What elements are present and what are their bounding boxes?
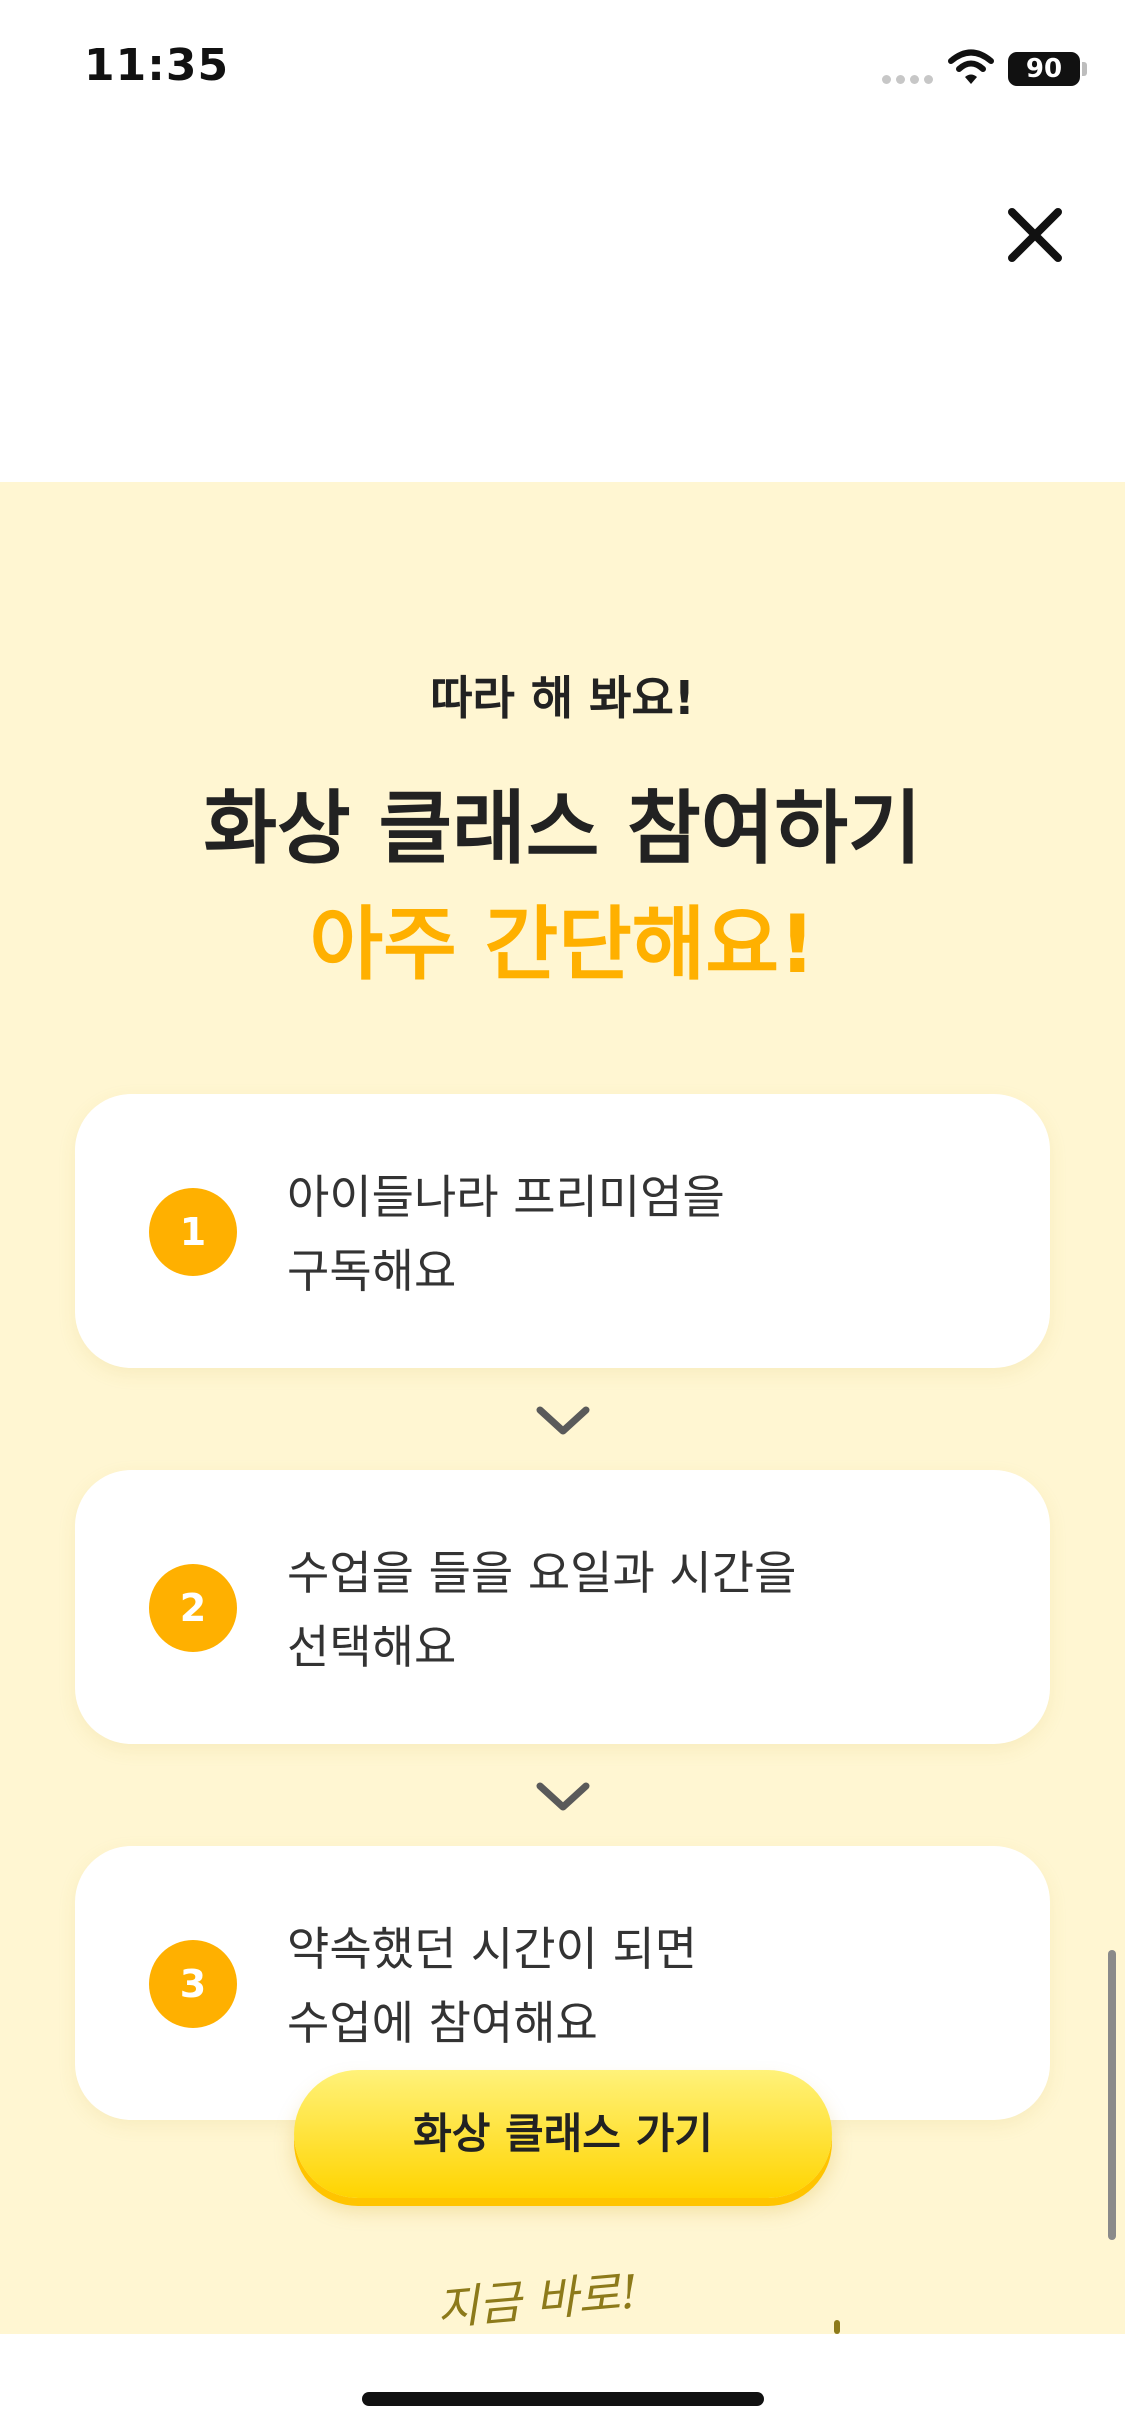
- page-title: 화상 클래스 참여하기: [203, 782, 922, 875]
- step-text-line: 약속했던 시간이 되면: [287, 1922, 698, 1976]
- close-icon[interactable]: [1000, 200, 1070, 270]
- status-time: 11:35: [84, 40, 230, 91]
- signal-icon: [882, 75, 934, 87]
- scrollbar[interactable]: [1108, 1950, 1116, 2240]
- handwriting-mark: [834, 2320, 840, 2334]
- status-bar: 11:35 90: [0, 0, 1125, 140]
- chevron-down-icon: [536, 1782, 590, 1811]
- chevron-down-icon: [536, 1406, 590, 1435]
- step-text-line: 선택해요: [287, 1620, 457, 1674]
- step-number-badge: 2: [149, 1564, 237, 1652]
- headline-accent: 아주 간단해요!: [309, 898, 816, 991]
- step-text: 약속했던 시간이 되면 수업에 참여해요: [287, 1912, 1007, 2060]
- instructions-panel: 따라 해 봐요! 화상 클래스 참여하기 아주 간단해요! 1 아이들나라 프리…: [0, 482, 1125, 2334]
- battery-tip: [1082, 62, 1087, 76]
- step-card-2: 2 수업을 들을 요일과 시간을 선택해요: [75, 1470, 1050, 1744]
- step-number-badge: 3: [149, 1940, 237, 2028]
- video-class-button[interactable]: 화상 클래스 가기: [294, 2070, 832, 2198]
- wifi-icon: [948, 49, 994, 84]
- step-card-1: 1 아이들나라 프리미엄을 구독해요: [75, 1094, 1050, 1368]
- home-indicator[interactable]: [362, 2392, 764, 2406]
- handwriting-note: 지금 바로!: [434, 2264, 641, 2334]
- step-text: 아이들나라 프리미엄을 구독해요: [287, 1160, 1007, 1308]
- step-text: 수업을 들을 요일과 시간을 선택해요: [287, 1536, 1007, 1684]
- step-text-line: 아이들나라 프리미엄을: [287, 1170, 725, 1224]
- step-text-line: 수업에 참여해요: [287, 1996, 598, 2050]
- battery-indicator: 90: [1008, 52, 1080, 86]
- step-text-line: 수업을 들을 요일과 시간을: [287, 1546, 797, 1600]
- step-number-badge: 1: [149, 1188, 237, 1276]
- kicker-text: 따라 해 봐요!: [430, 671, 695, 725]
- step-text-line: 구독해요: [287, 1244, 457, 1298]
